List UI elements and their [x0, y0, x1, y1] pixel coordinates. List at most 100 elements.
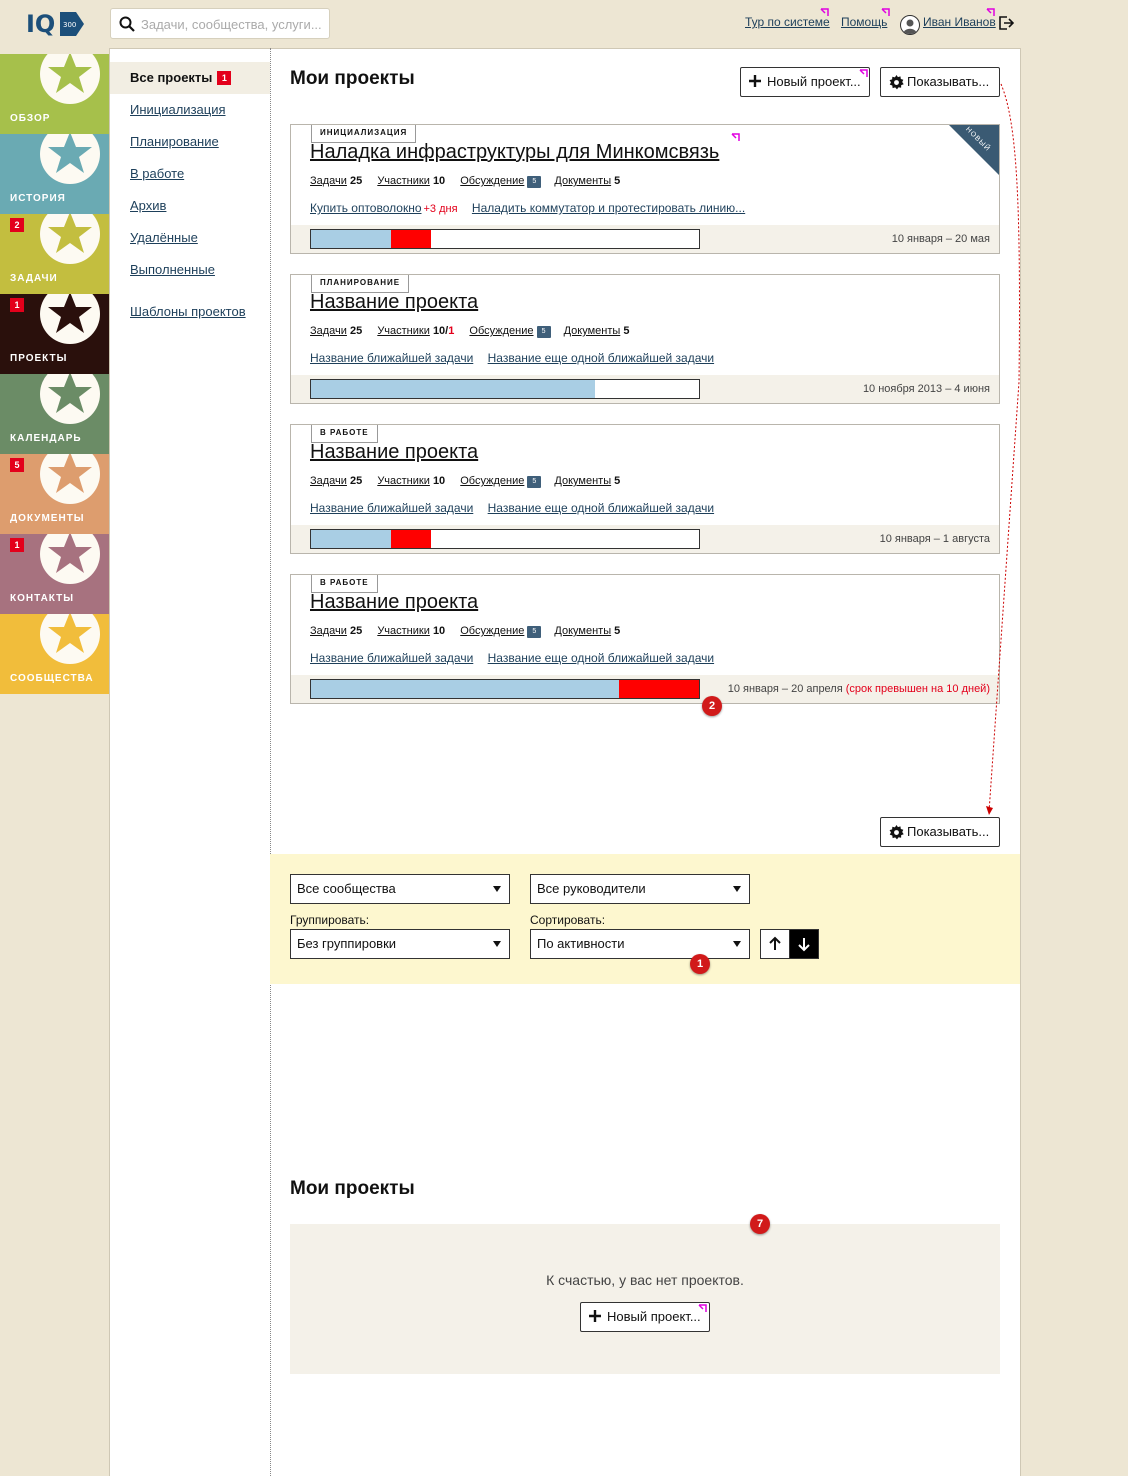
empty-state: К счастью, у вас нет проектов. — [290, 1224, 1000, 1374]
nav-communities[interactable]: СООБЩЕСТВА — [0, 614, 110, 694]
discussion-link[interactable]: Обсуждение — [469, 325, 533, 337]
nav-label: СООБЩЕСТВА — [10, 673, 94, 684]
members-link[interactable]: Участники — [377, 325, 430, 337]
tour-link[interactable]: Тур по системе — [745, 15, 830, 29]
nav-badge: 1 — [10, 298, 24, 312]
discussion-link[interactable]: Обсуждение — [460, 475, 524, 487]
user-name-link[interactable]: Иван Иванов — [923, 15, 996, 29]
nav-badge: 5 — [10, 458, 24, 472]
new-project-button-empty[interactable]: Новый проект... — [580, 1302, 710, 1332]
project-card: В РАБОТЕ Название проекта Задачи 25 Учас… — [290, 574, 1000, 704]
tasks-link[interactable]: Задачи — [310, 475, 347, 487]
star-icon — [48, 214, 92, 253]
comment-count-icon: 5 — [527, 176, 542, 188]
iq300-logo[interactable]: IQ 300 — [26, 8, 86, 40]
plus-icon — [749, 75, 761, 87]
hint-flag-icon — [731, 133, 740, 141]
search-input[interactable] — [141, 14, 323, 34]
star-icon — [48, 374, 92, 413]
project-title-link[interactable]: Название проекта — [310, 441, 478, 464]
show-settings-button[interactable]: Показывать... — [880, 67, 1000, 97]
sort-ascending-button[interactable] — [760, 929, 790, 959]
star-icon — [48, 54, 92, 93]
avatar-icon[interactable] — [900, 15, 920, 35]
progress-done — [311, 530, 391, 548]
members-link[interactable]: Участники — [377, 175, 430, 187]
next-task-link[interactable]: Наладить коммутатор и протестировать лин… — [472, 201, 745, 215]
members-link[interactable]: Участники — [377, 475, 430, 487]
project-title-link[interactable]: Название проекта — [310, 291, 478, 314]
star-icon — [48, 454, 92, 493]
divider — [270, 48, 271, 1476]
arrow-down-icon — [798, 938, 810, 952]
next-task-link[interactable]: Название еще одной ближайшей задачи — [488, 651, 714, 665]
progress-bar — [310, 679, 700, 699]
nav-history[interactable]: ИСТОРИЯ — [0, 134, 110, 214]
logout-icon[interactable] — [998, 15, 1014, 31]
progress-done — [311, 230, 391, 248]
nav-label: ЗАДАЧИ — [10, 273, 58, 284]
documents-link[interactable]: Документы — [564, 325, 621, 337]
annotation-arrow — [986, 83, 1020, 815]
next-task-link[interactable]: Название еще одной ближайшей задачи — [488, 501, 714, 515]
progress-bar — [310, 379, 700, 399]
show-settings-button-open[interactable]: Показывать... — [880, 817, 1000, 847]
nav-projects[interactable]: 1 ПРОЕКТЫ — [0, 294, 110, 374]
empty-section-title: Мои проекты — [290, 1178, 415, 1199]
nav-tasks[interactable]: 2 ЗАДАЧИ — [0, 214, 110, 294]
documents-link[interactable]: Документы — [554, 175, 611, 187]
discussion-link[interactable]: Обсуждение — [460, 625, 524, 637]
next-task-link[interactable]: Купить оптоволокно — [310, 201, 422, 215]
communities-select[interactable]: Все сообщества — [290, 874, 510, 904]
nav-badge: 2 — [10, 218, 24, 232]
documents-link[interactable]: Документы — [554, 625, 611, 637]
nav-contacts[interactable]: 1 КОНТАКТЫ — [0, 534, 110, 614]
project-dates: 10 января – 20 апреля (срок превышен на … — [727, 683, 990, 695]
managers-select[interactable]: Все руководители — [530, 874, 750, 904]
sort-label: Сортировать: — [530, 913, 606, 927]
tasks-link[interactable]: Задачи — [310, 175, 347, 187]
hint-flag-icon — [986, 8, 995, 16]
help-link[interactable]: Помощь — [841, 15, 887, 29]
project-dates: 10 января – 1 августа — [879, 533, 990, 545]
search-box[interactable] — [110, 8, 330, 39]
next-task-link[interactable]: Название еще одной ближайшей задачи — [488, 351, 714, 365]
subnav-templates[interactable]: Шаблоны проектов — [110, 296, 270, 328]
next-task-link[interactable]: Название ближайшей задачи — [310, 351, 473, 365]
project-title-link[interactable]: Название проекта — [310, 591, 478, 614]
sort-select[interactable]: По активности — [530, 929, 750, 959]
nav-overview[interactable]: ОБЗОР — [0, 54, 110, 134]
nav-calendar[interactable]: КАЛЕНДАРЬ — [0, 374, 110, 454]
next-task-link[interactable]: Название ближайшей задачи — [310, 501, 473, 515]
project-meta: Задачи 25 Участники 10/1 Обсуждение 5 Док… — [310, 325, 630, 338]
nav-documents[interactable]: 5 ДОКУМЕНТЫ — [0, 454, 110, 534]
new-project-button[interactable]: Новый проект... — [740, 67, 870, 97]
tasks-link[interactable]: Задачи — [310, 625, 347, 637]
subnav-all[interactable]: Все проекты 1 — [110, 62, 270, 94]
annotation-marker: 2 — [702, 696, 722, 716]
members-link[interactable]: Участники — [377, 625, 430, 637]
documents-link[interactable]: Документы — [554, 475, 611, 487]
logo-sub: 300 — [63, 21, 76, 29]
star-icon — [48, 534, 92, 573]
nav-label: ИСТОРИЯ — [10, 193, 66, 204]
subnav-archive[interactable]: Архив — [110, 190, 270, 222]
comment-count-icon: 5 — [527, 476, 542, 488]
progress-bar — [310, 229, 700, 249]
project-card: ПЛАНИРОВАНИЕ Название проекта Задачи 25 … — [290, 274, 1000, 404]
subnav-work[interactable]: В работе — [110, 158, 270, 190]
late-indicator: +3 дня — [423, 203, 458, 215]
discussion-link[interactable]: Обсуждение — [460, 175, 524, 187]
sort-descending-button[interactable] — [789, 929, 819, 959]
subnav-init[interactable]: Инициализация — [110, 94, 270, 126]
next-task-link[interactable]: Название ближайшей задачи — [310, 651, 473, 665]
subnav-completed[interactable]: Выполненные — [110, 254, 270, 286]
subnav-deleted[interactable]: Удалённые — [110, 222, 270, 254]
group-select[interactable]: Без группировки — [290, 929, 510, 959]
tasks-link[interactable]: Задачи — [310, 325, 347, 337]
page-title: Мои проекты — [290, 68, 415, 89]
star-icon — [48, 294, 92, 333]
annotation-marker: 7 — [750, 1214, 770, 1234]
project-title-link[interactable]: Наладка инфраструктуры для Минкомсвязь — [310, 141, 719, 164]
subnav-plan[interactable]: Планирование — [110, 126, 270, 158]
